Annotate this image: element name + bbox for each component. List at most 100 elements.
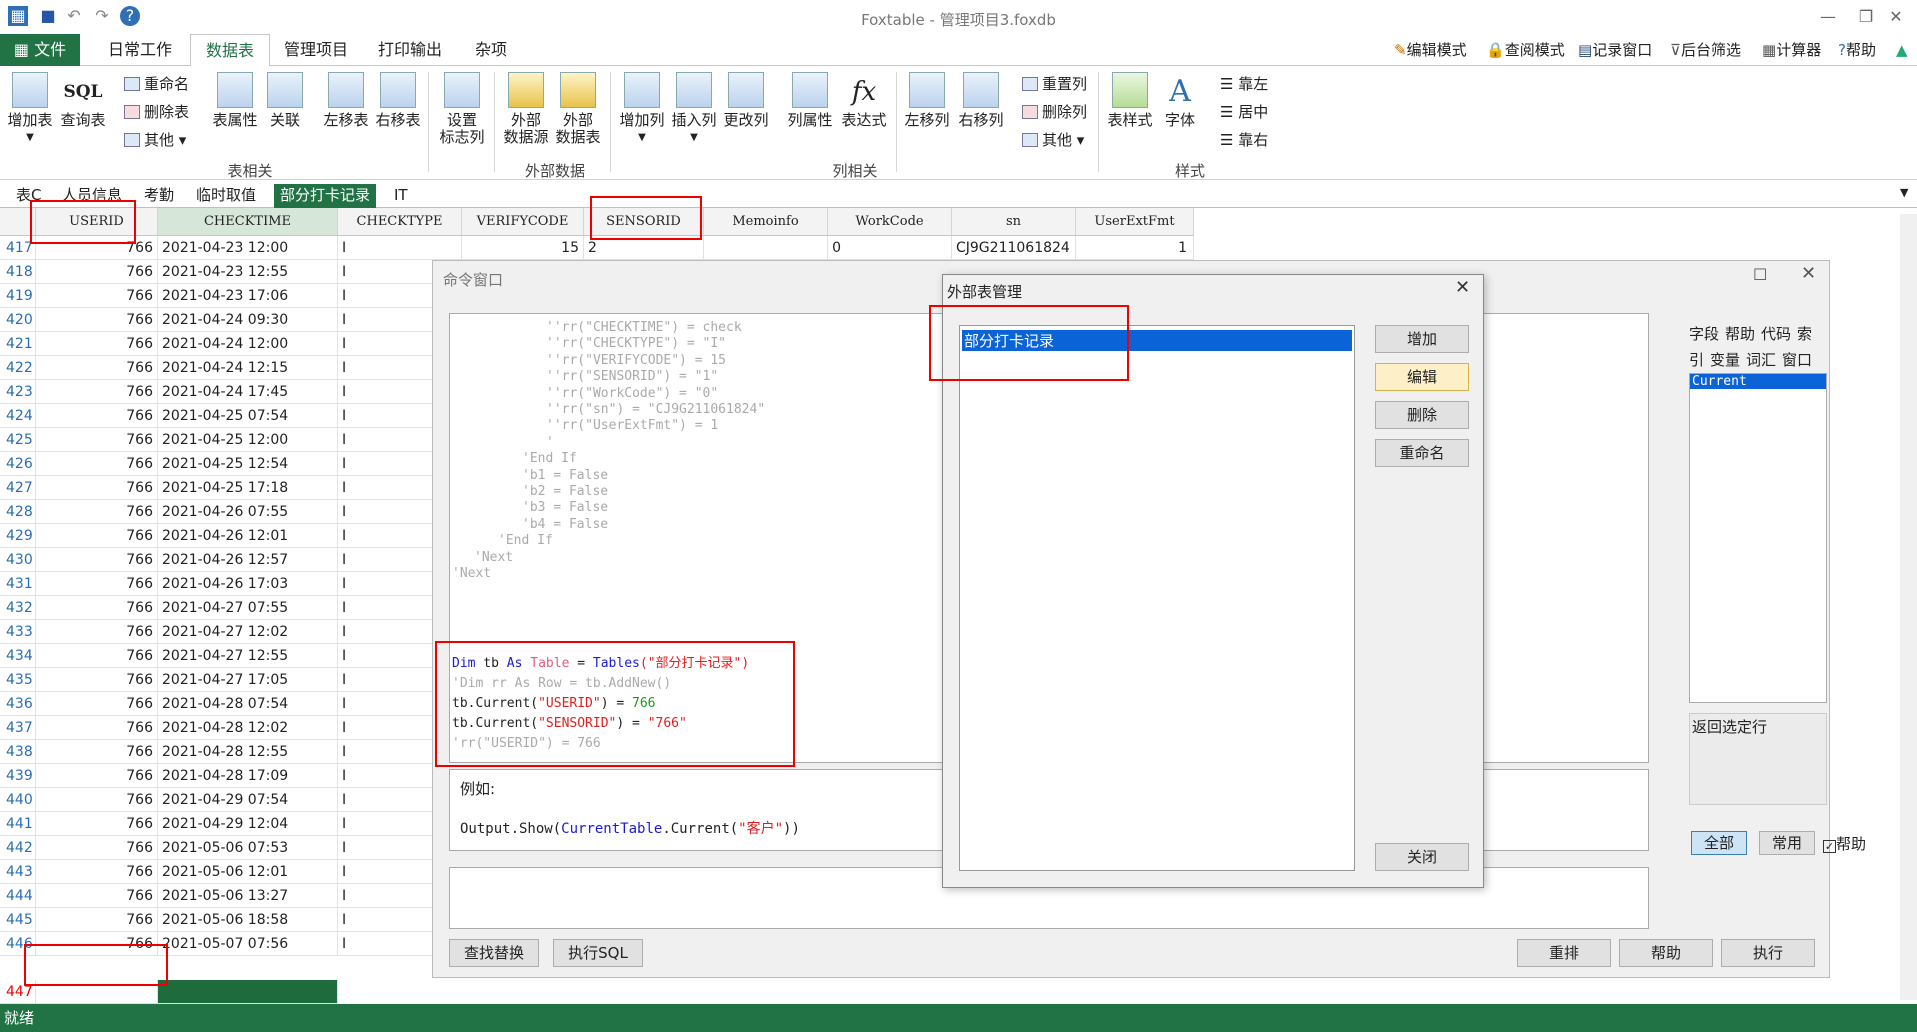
expression-button[interactable]: fx 表达式 [838,72,890,129]
relation-button[interactable]: 关联 [262,72,308,129]
edit-external-table-button[interactable]: 编辑 [1375,363,1469,391]
calculator-button[interactable]: ▦计算器 [1762,40,1821,60]
cell-userid[interactable]: 766 [36,884,158,908]
move-table-left-button[interactable]: 左移表 [320,72,372,129]
find-replace-button[interactable]: 查找替换 [449,939,539,967]
cell-userid[interactable]: 766 [36,596,158,620]
change-column-button[interactable]: 更改列 [720,72,772,129]
column-header-memoinfo[interactable]: Memoinfo [704,208,828,236]
cell-userid[interactable]: 766 [36,860,158,884]
column-properties-button[interactable]: 列属性 [784,72,836,129]
cell-userid[interactable]: 766 [36,716,158,740]
cell-checktime[interactable]: 2021-04-23 17:06 [158,284,338,308]
grid-scrollbar[interactable] [1900,214,1917,1000]
reorder-button[interactable]: 重排 [1517,939,1611,967]
cell-sn[interactable]: CJ9G211061824 [952,236,1076,260]
cell-memoinfo[interactable] [704,236,828,260]
cell-checktime[interactable]: 2021-04-28 12:55 [158,740,338,764]
rename-external-table-button[interactable]: 重命名 [1375,439,1469,467]
ribbon-collapse-icon[interactable]: ▲ [1896,40,1908,60]
column-header-verifycode[interactable]: VERIFYCODE [462,208,584,236]
cell-userid[interactable]: 766 [36,644,158,668]
cell-userid[interactable]: 766 [36,740,158,764]
cell-checktime-selected[interactable] [158,980,338,1004]
cell-checktime[interactable]: 2021-04-25 12:54 [158,452,338,476]
cell-userid[interactable]: 766 [36,836,158,860]
cell-checktime[interactable]: 2021-04-28 12:02 [158,716,338,740]
cell-checktype[interactable]: I [338,236,462,260]
side-tab[interactable]: 代码 [1761,325,1791,343]
add-table-button[interactable]: 增加表 ▼ [6,72,54,146]
other-column-button[interactable]: 其他 ▾ [1022,128,1084,152]
cell-checktime[interactable]: 2021-04-24 09:30 [158,308,338,332]
close-external-table-button[interactable]: 关闭 [1375,843,1469,871]
cell-userid[interactable]: 766 [36,548,158,572]
set-flag-column-button[interactable]: 设置 标志列 [436,72,488,146]
tab-temp-value[interactable]: 临时取值 [190,184,262,208]
cell-checktime[interactable]: 2021-04-24 17:45 [158,380,338,404]
external-datatable-button[interactable]: 外部 数据表 [552,72,604,146]
cell-userid[interactable]: 766 [36,788,158,812]
cell-checktime[interactable]: 2021-04-23 12:00 [158,236,338,260]
column-header-userextfmt[interactable]: UserExtFmt [1076,208,1194,236]
cell-userid[interactable]: 766 [36,452,158,476]
tab-it[interactable]: IT [388,184,414,208]
cell-checktime[interactable]: 2021-04-26 12:01 [158,524,338,548]
move-column-right-button[interactable]: 右移列 [954,72,1008,129]
cell-checktime[interactable]: 2021-05-06 12:01 [158,860,338,884]
cell-checktime[interactable]: 2021-04-29 07:54 [158,788,338,812]
cell-userid[interactable]: 766 [36,572,158,596]
cell-checktime[interactable]: 2021-04-28 17:09 [158,764,338,788]
tab-dropdown-icon[interactable]: ▼ [1900,186,1908,199]
cell-userid[interactable]: 766 [36,308,158,332]
cell-checktime[interactable]: 2021-05-07 07:56 [158,932,338,956]
rename-table-button[interactable]: 重命名 [124,72,189,96]
execute-sql-button[interactable]: 执行SQL [553,939,643,967]
new-row[interactable]: 447 [0,980,1200,1004]
cell-userid[interactable]: 766 [36,908,158,932]
add-external-table-button[interactable]: 增加 [1375,325,1469,353]
cell-checktime[interactable]: 2021-04-28 07:54 [158,692,338,716]
cell-userid[interactable]: 766 [36,428,158,452]
tab-attendance[interactable]: 考勤 [138,184,180,208]
cell-checktime[interactable]: 2021-04-27 07:55 [158,596,338,620]
align-left-button[interactable]: ☰ 靠左 [1220,72,1268,96]
side-tab[interactable]: 窗口 [1782,351,1812,369]
help-button[interactable]: ?帮助 [1838,40,1876,60]
cell-checktime[interactable]: 2021-05-06 13:27 [158,884,338,908]
add-column-button[interactable]: 增加列 ▼ [616,72,668,146]
side-list[interactable]: Current [1689,373,1827,703]
cell-userid[interactable]: 766 [36,380,158,404]
table-style-button[interactable]: 表样式 [1104,72,1156,129]
minimize-icon[interactable]: — [1808,4,1848,30]
cell-checktime[interactable]: 2021-04-29 12:04 [158,812,338,836]
cell-userid[interactable]: 766 [36,260,158,284]
table-properties-button[interactable]: 表属性 [210,72,260,129]
view-mode-button[interactable]: 🔒查阅模式 [1486,40,1565,60]
background-filter-button[interactable]: ⊽后台筛选 [1670,40,1741,60]
column-header-checktime[interactable]: CHECKTIME [158,208,338,236]
column-header-sn[interactable]: sn [952,208,1076,236]
menu-misc[interactable]: 杂项 [456,34,526,66]
menu-daily-work[interactable]: 日常工作 [100,34,180,66]
close-icon[interactable]: ✕ [1455,277,1470,298]
cell-checktime[interactable]: 2021-04-25 07:54 [158,404,338,428]
cell-checktime[interactable]: 2021-04-25 17:18 [158,476,338,500]
menu-print-output[interactable]: 打印输出 [370,34,450,66]
menu-data-table[interactable]: 数据表 [190,34,270,67]
delete-table-button[interactable]: 删除表 [124,100,189,124]
cell-userid[interactable]: 766 [36,332,158,356]
close-icon[interactable]: ✕ [1801,263,1816,284]
align-right-button[interactable]: ☰ 靠右 [1220,128,1268,152]
cell-userid[interactable]: 766 [36,668,158,692]
cell-userid[interactable]: 766 [36,764,158,788]
maximize-icon[interactable]: ☐ [1753,265,1767,284]
side-tab[interactable]: 词汇 [1746,351,1776,369]
side-tab[interactable]: 字段 [1689,325,1719,343]
cell-userid[interactable]: 766 [36,500,158,524]
filter-all-button[interactable]: 全部 [1691,831,1747,855]
help-checkbox[interactable]: ✓ 帮助 [1823,833,1866,854]
cell-checktime[interactable]: 2021-05-06 18:58 [158,908,338,932]
record-window-button[interactable]: ▤记录窗口 [1578,40,1652,60]
execute-button[interactable]: 执行 [1721,939,1815,967]
